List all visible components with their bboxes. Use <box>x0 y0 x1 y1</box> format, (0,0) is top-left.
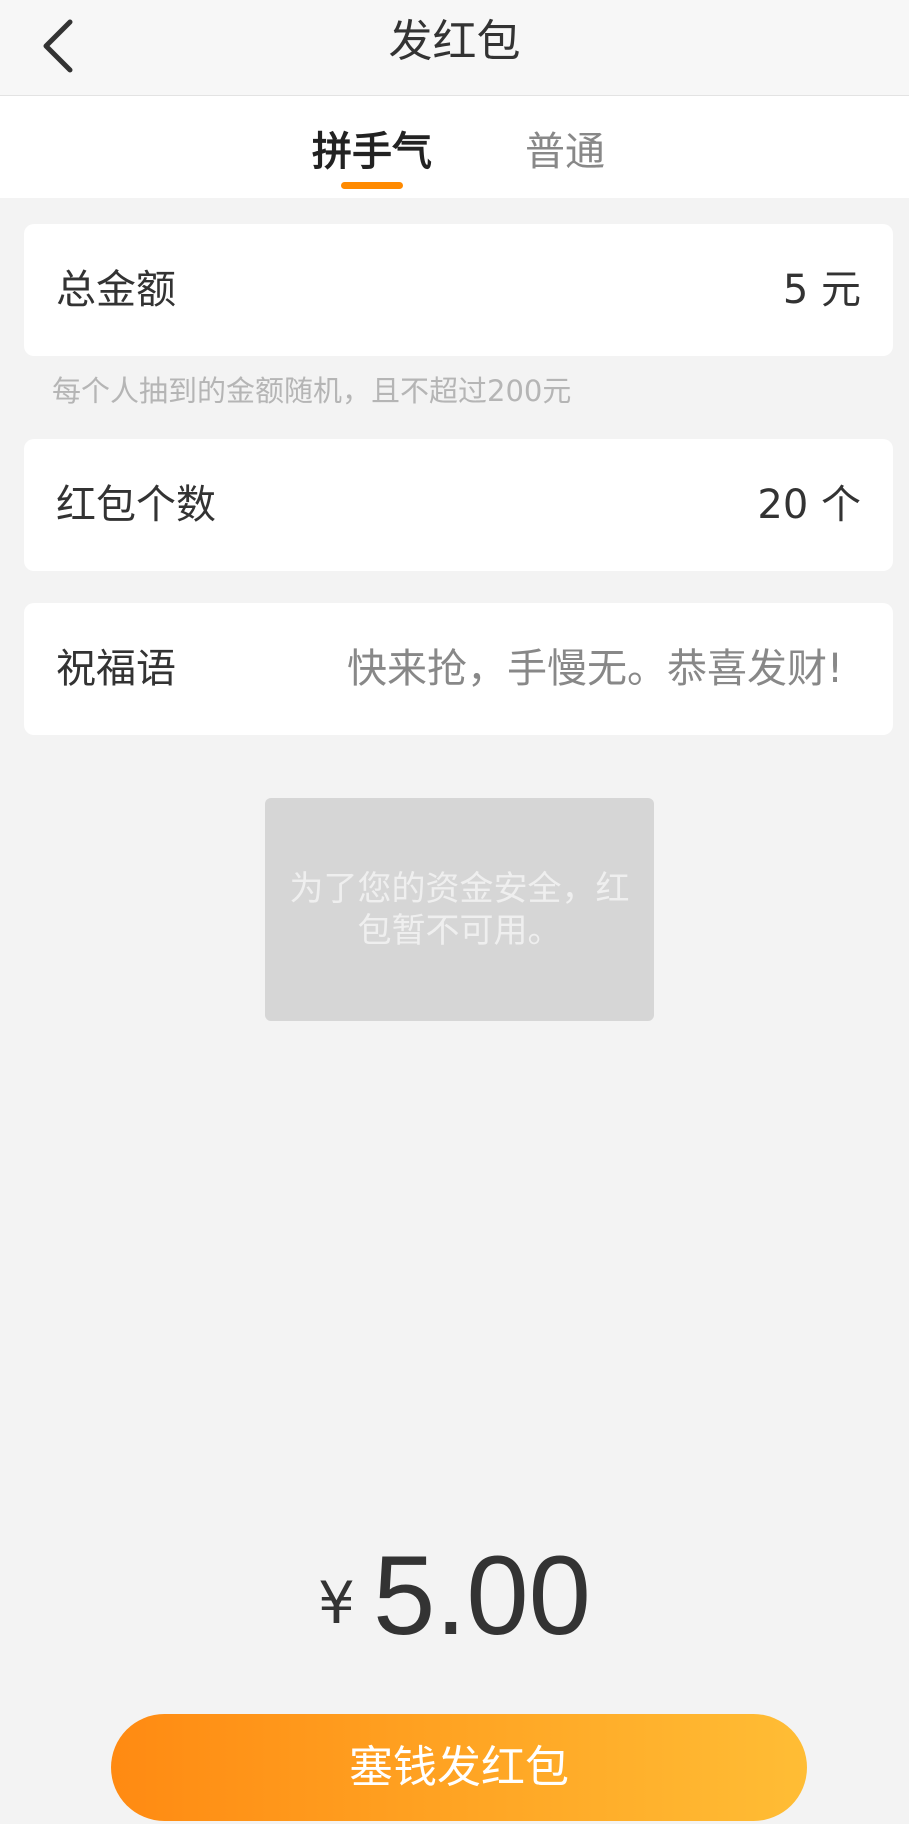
tab-normal[interactable]: 普通 <box>485 124 645 180</box>
total-amount-display: ¥ 5.00 <box>0 1536 909 1656</box>
packet-count-label: 红包个数 <box>56 482 216 528</box>
amount-hint: 每个人抽到的金额随机，且不超过200元 <box>52 374 572 408</box>
currency-symbol: ¥ <box>318 1569 355 1637</box>
toast-message: 为了您的资金安全，红包暂不可用。 <box>265 798 654 1021</box>
greeting-input[interactable]: 快来抢，手慢无。恭喜发财! <box>274 603 843 735</box>
top-bar: 发红包 <box>0 0 909 96</box>
total-amount-field[interactable]: 总金额 5 元 <box>24 224 893 356</box>
total-amount-value[interactable]: 5 元 <box>783 224 861 356</box>
packet-count-field[interactable]: 红包个数 20 个 <box>24 439 893 571</box>
greeting-label: 祝福语 <box>56 646 176 692</box>
packet-count-value[interactable]: 20 个 <box>757 439 861 571</box>
page-title: 发红包 <box>388 16 521 67</box>
tab-lucky[interactable]: 拼手气 <box>292 124 452 180</box>
tab-bar: 拼手气 普通 <box>0 96 909 198</box>
greeting-field[interactable]: 祝福语 快来抢，手慢无。恭喜发财! <box>24 603 893 735</box>
total-amount-label: 总金额 <box>56 267 176 313</box>
active-tab-indicator <box>341 182 403 189</box>
send-red-packet-button[interactable]: 塞钱发红包 <box>111 1714 807 1821</box>
total-amount-number: 5.00 <box>372 1533 591 1658</box>
